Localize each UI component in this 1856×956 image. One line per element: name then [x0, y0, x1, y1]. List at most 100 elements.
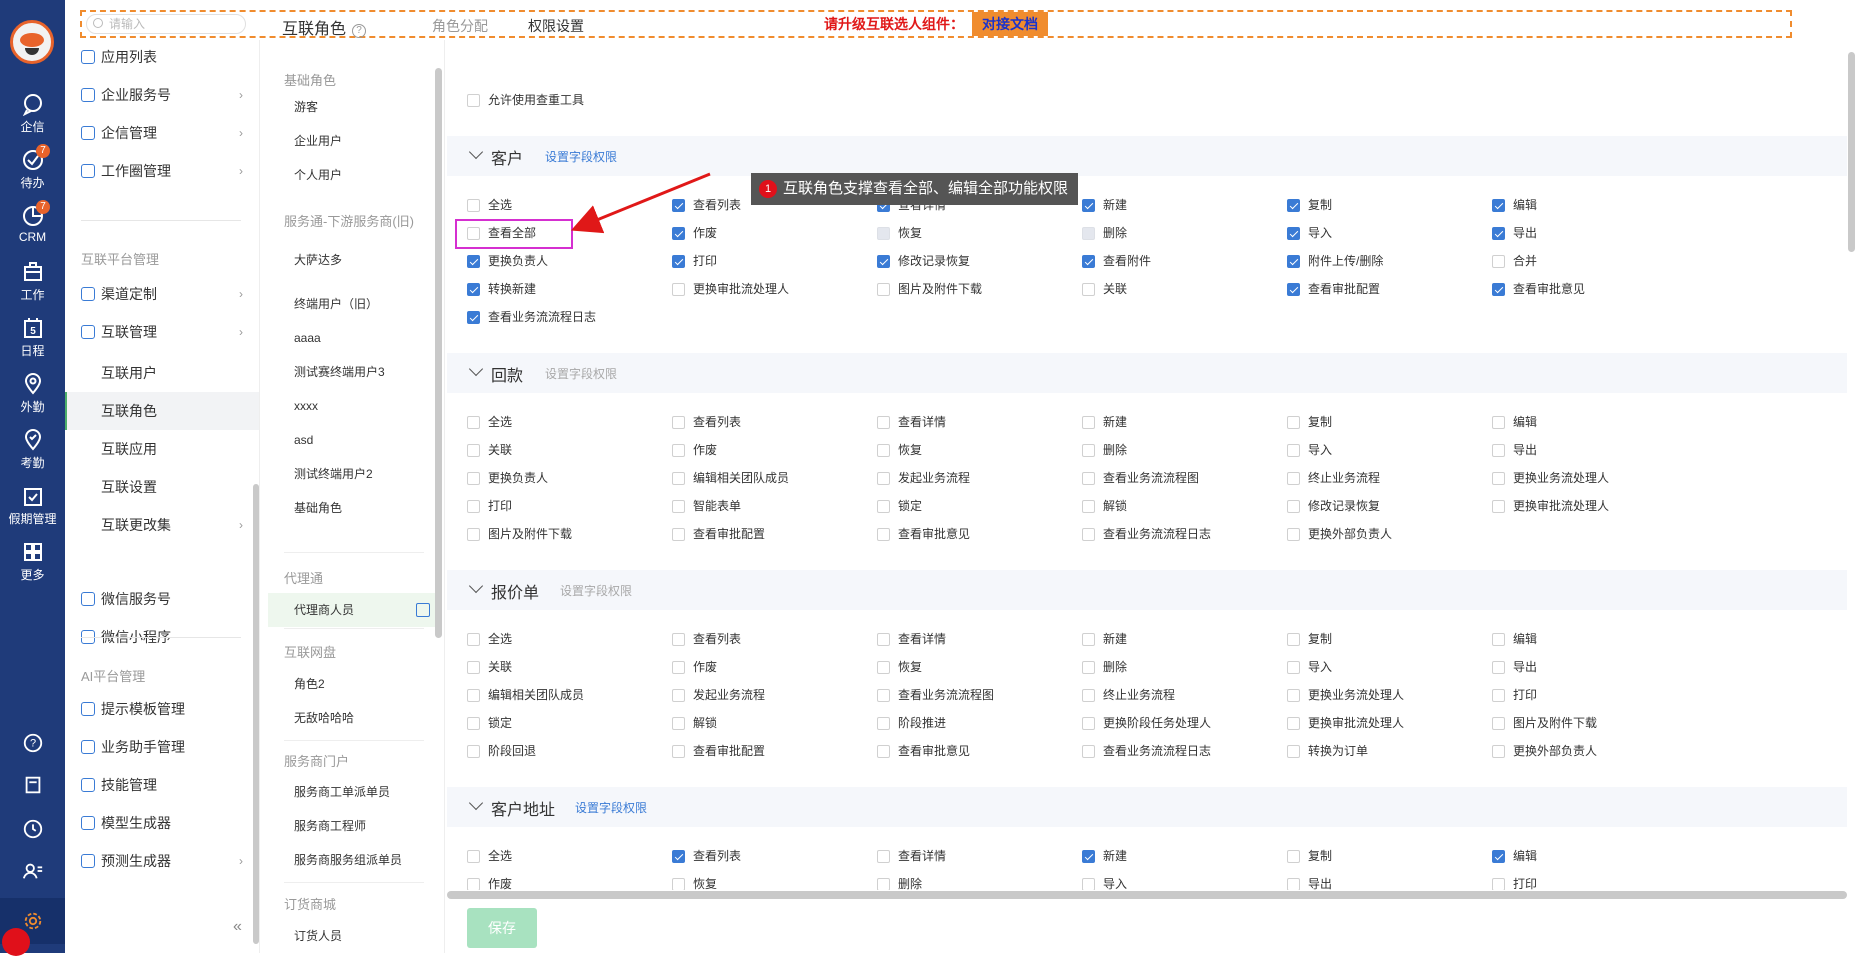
checkbox-box[interactable] [1287, 633, 1300, 646]
rail-item-4[interactable]: 5 日程 [0, 316, 65, 359]
checkbox-box[interactable] [1082, 689, 1095, 702]
nav-item[interactable]: 互联管理 › [81, 318, 247, 346]
role-item[interactable]: asd [268, 423, 438, 457]
nav-item[interactable]: 工作圈管理 › [81, 157, 247, 185]
checkbox-box[interactable] [1287, 850, 1300, 863]
role-item[interactable]: 测试赛终端用户3 [268, 355, 438, 389]
checkbox-box[interactable] [467, 283, 480, 296]
checkbox-box[interactable] [1287, 472, 1300, 485]
nav-item[interactable]: 应用列表 [81, 43, 247, 71]
nav-item[interactable]: 预测生成器 › [81, 847, 247, 875]
role-item[interactable]: 大萨达多 [268, 243, 438, 277]
checkbox-box[interactable] [467, 633, 480, 646]
checkbox-box[interactable] [877, 661, 890, 674]
role-item[interactable]: 游客 [268, 90, 438, 124]
history-icon[interactable] [0, 818, 65, 843]
checkbox-box[interactable] [467, 500, 480, 513]
checkbox-box[interactable] [1082, 472, 1095, 485]
checkbox-box[interactable] [877, 633, 890, 646]
checkbox-box[interactable] [1492, 199, 1505, 212]
checkbox-box[interactable] [1082, 444, 1095, 457]
role-item[interactable]: 基础角色 [268, 491, 438, 525]
checkbox-box[interactable] [672, 283, 685, 296]
checkbox-box[interactable] [672, 878, 685, 890]
field-permission-link[interactable]: 设置字段权限 [560, 582, 632, 599]
checkbox-box[interactable] [1492, 633, 1505, 646]
nav-scrollbar[interactable] [253, 484, 259, 944]
doc-button[interactable]: 对接文档 [972, 12, 1048, 36]
rail-item-1[interactable]: 待办 7 [0, 144, 65, 191]
section-header[interactable]: 回款 设置字段权限 [447, 353, 1847, 393]
checkbox-box[interactable] [467, 94, 480, 107]
field-permission-link[interactable]: 设置字段权限 [575, 799, 647, 816]
checkbox-box[interactable] [467, 416, 480, 429]
nav-item[interactable]: 模型生成器 [81, 809, 247, 837]
nav-item[interactable]: 渠道定制 › [81, 280, 247, 308]
checkbox-box[interactable] [1082, 661, 1095, 674]
checkbox-box[interactable] [1082, 745, 1095, 758]
checkbox-box[interactable] [1492, 500, 1505, 513]
page-scrollbar[interactable] [1848, 52, 1855, 252]
checkbox-box[interactable] [467, 745, 480, 758]
checkbox-box[interactable] [672, 633, 685, 646]
checkbox-box[interactable] [1492, 227, 1505, 240]
checkbox-box[interactable] [672, 689, 685, 702]
checkbox-box[interactable] [1287, 500, 1300, 513]
checkbox-box[interactable] [1082, 528, 1095, 541]
checkbox-box[interactable] [877, 255, 890, 268]
save-button[interactable]: 保存 [467, 908, 537, 948]
checkbox-box[interactable] [1287, 717, 1300, 730]
checkbox-box[interactable] [672, 661, 685, 674]
checkbox-box[interactable] [1082, 850, 1095, 863]
checkbox-box[interactable] [672, 444, 685, 457]
checkbox-box[interactable] [1082, 717, 1095, 730]
role-item[interactable]: 服务商工程师 [268, 809, 438, 843]
help-icon[interactable]: ? [0, 732, 65, 757]
chevron-down-icon[interactable] [468, 795, 484, 811]
nav-item[interactable]: 业务助手管理 [81, 733, 247, 761]
contacts-icon[interactable] [0, 860, 65, 885]
checkbox-box[interactable] [1492, 416, 1505, 429]
rail-item-6[interactable]: 考勤 [0, 428, 65, 471]
checkbox-box[interactable] [467, 255, 480, 268]
edit-icon[interactable] [416, 603, 430, 617]
checkbox-box[interactable] [1287, 416, 1300, 429]
role-item[interactable]: 角色2 [268, 667, 438, 701]
checkbox-box[interactable] [1287, 689, 1300, 702]
rail-item-3[interactable]: 工作 [0, 260, 65, 303]
rail-item-2[interactable]: CRM 7 [0, 200, 65, 244]
tab-role-assign[interactable]: 角色分配 [432, 16, 488, 36]
checkbox-box[interactable] [877, 528, 890, 541]
role-item[interactable]: aaaa [268, 321, 438, 355]
checkbox-box[interactable] [1287, 745, 1300, 758]
checkbox-box[interactable] [1492, 850, 1505, 863]
section-header[interactable]: 报价单 设置字段权限 [447, 570, 1847, 610]
checkbox-box[interactable] [1492, 283, 1505, 296]
checkbox-box[interactable] [1082, 878, 1095, 890]
rail-item-7[interactable]: 假期管理 [0, 484, 65, 527]
checkbox-box[interactable] [1492, 472, 1505, 485]
checkbox-box[interactable] [1492, 745, 1505, 758]
nav-item[interactable]: 提示模板管理 [81, 695, 247, 723]
rail-item-8[interactable]: 更多 [0, 540, 65, 583]
checkbox-box[interactable] [672, 255, 685, 268]
checkbox-box[interactable] [1287, 199, 1300, 212]
nav-sub-item[interactable]: 互联用户 [65, 354, 259, 392]
nav-sub-item[interactable]: 互联设置 [65, 468, 259, 506]
checkbox-box[interactable] [1082, 227, 1095, 240]
checkbox-box[interactable] [467, 444, 480, 457]
checkbox-box[interactable] [467, 311, 480, 324]
checkbox-box[interactable] [1287, 283, 1300, 296]
search-input[interactable]: 请输入 [86, 14, 246, 34]
nav-item[interactable]: 技能管理 [81, 771, 247, 799]
role-item[interactable]: 企业用户 [268, 124, 438, 158]
nav-sub-item[interactable]: 互联角色 [65, 392, 259, 430]
checkbox-box[interactable] [877, 472, 890, 485]
checkbox-box[interactable] [1492, 689, 1505, 702]
checkbox-box[interactable] [877, 227, 890, 240]
checkbox-box[interactable] [877, 500, 890, 513]
checkbox-box[interactable] [877, 283, 890, 296]
checkbox-box[interactable] [877, 689, 890, 702]
checkbox-box[interactable] [1287, 444, 1300, 457]
checkbox-box[interactable] [1492, 661, 1505, 674]
